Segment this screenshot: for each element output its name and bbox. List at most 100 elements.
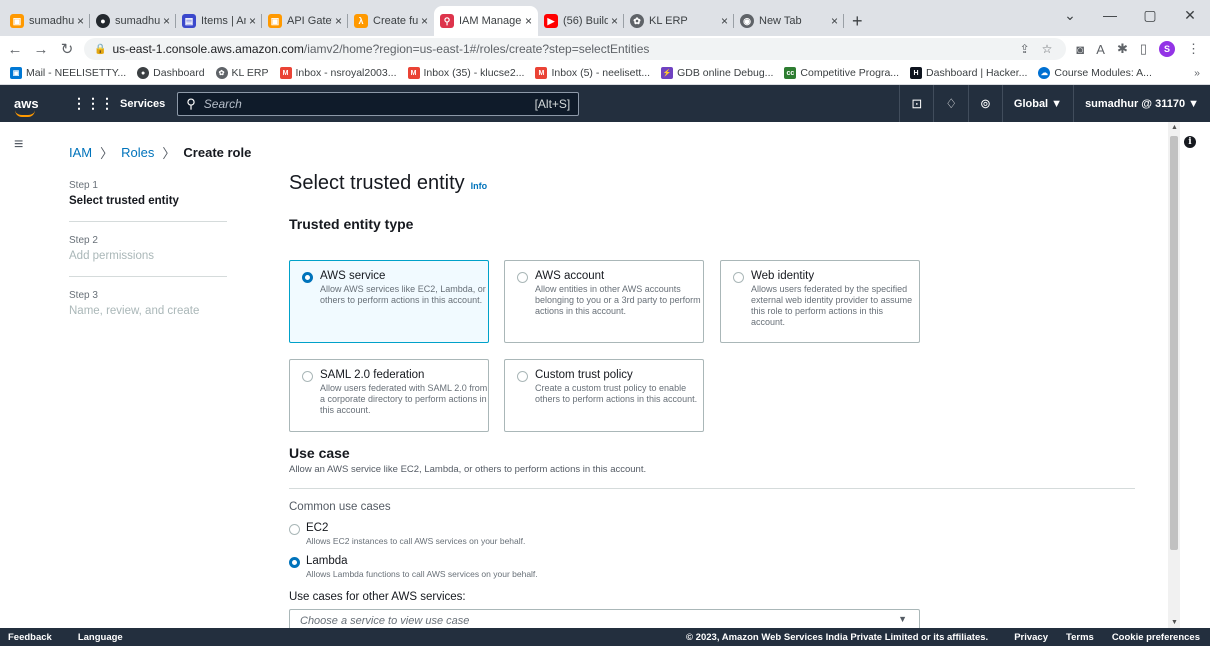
close-tab-icon[interactable]: × bbox=[721, 14, 728, 28]
common-use-cases-label: Common use cases bbox=[289, 501, 391, 513]
scrollbar-thumb[interactable] bbox=[1170, 136, 1178, 550]
lambda-icon: λ bbox=[354, 14, 368, 28]
browser-tab[interactable]: ●sumadhur-31× bbox=[90, 6, 176, 36]
use-case-option-lambda[interactable]: Lambda Allows Lambda functions to call A… bbox=[289, 555, 1135, 579]
browser-tab-active[interactable]: ⚲IAM Managem× bbox=[434, 6, 538, 36]
entity-card-aws-account[interactable]: AWS account Allow entities in other AWS … bbox=[504, 260, 704, 343]
new-tab-icon[interactable]: + bbox=[852, 6, 863, 36]
close-tab-icon[interactable]: × bbox=[335, 14, 342, 28]
page-scrollbar[interactable]: ▲ ▼ bbox=[1168, 122, 1180, 628]
radio-button[interactable] bbox=[302, 371, 313, 382]
share-icon[interactable]: ⇪ bbox=[1020, 42, 1030, 56]
extensions-puzzle-icon[interactable]: ✱ bbox=[1117, 41, 1128, 57]
bookmark-item[interactable]: M Inbox (5) - neelisett... bbox=[535, 67, 650, 79]
iam-icon: ⚲ bbox=[440, 14, 454, 28]
help-icon[interactable]: ⊚ bbox=[967, 85, 1002, 122]
hamburger-menu-icon[interactable]: ≡ bbox=[14, 136, 23, 154]
bookmark-item[interactable]: H Dashboard | Hacker... bbox=[910, 67, 1027, 79]
entity-card-aws-service[interactable]: AWS service Allow AWS services like EC2,… bbox=[289, 260, 489, 343]
bookmark-item[interactable]: cc Competitive Progra... bbox=[784, 67, 899, 79]
close-tab-icon[interactable]: × bbox=[525, 14, 532, 28]
entity-card-custom-trust-policy[interactable]: Custom trust policy Create a custom trus… bbox=[504, 359, 704, 432]
close-tab-icon[interactable]: × bbox=[249, 14, 256, 28]
entity-card-saml-federation[interactable]: SAML 2.0 federation Allow users federate… bbox=[289, 359, 489, 432]
url-input[interactable]: 🔒 us-east-1.console.aws.amazon.com/iamv2… bbox=[84, 38, 1067, 60]
bookmark-item[interactable]: ● Dashboard bbox=[137, 67, 205, 79]
more-bookmarks-icon[interactable]: » bbox=[1194, 67, 1200, 79]
close-tab-icon[interactable]: × bbox=[163, 14, 170, 28]
browser-tab[interactable]: ▣API Gateway -× bbox=[262, 6, 348, 36]
terms-link[interactable]: Terms bbox=[1066, 632, 1094, 643]
close-tab-icon[interactable]: × bbox=[611, 14, 618, 28]
wizard-step-1[interactable]: Step 1 Select trusted entity bbox=[69, 180, 227, 222]
address-bar: ← → ↻ 🔒 us-east-1.console.aws.amazon.com… bbox=[0, 36, 1210, 62]
region-selector[interactable]: Global ▼ bbox=[1001, 85, 1073, 122]
bookmark-item[interactable]: ▣ Mail - NEELISETTY... bbox=[10, 67, 126, 79]
forward-arrow-icon[interactable]: → bbox=[30, 41, 52, 58]
breadcrumb-roles-link[interactable]: Roles bbox=[121, 145, 154, 160]
back-arrow-icon[interactable]: ← bbox=[4, 41, 26, 58]
font-extension-icon[interactable]: A bbox=[1096, 42, 1105, 57]
breadcrumb-iam-link[interactable]: IAM bbox=[69, 145, 92, 160]
use-case-title: Use case bbox=[289, 445, 350, 461]
browser-tab[interactable]: ▶(56) Build a Se× bbox=[538, 6, 624, 36]
bookmark-item[interactable]: ✿ KL ERP bbox=[215, 67, 269, 79]
info-link[interactable]: Info bbox=[471, 181, 488, 191]
bookmark-item[interactable]: ☁ Course Modules: A... bbox=[1038, 67, 1152, 79]
tab-search-icon[interactable]: ⌄ bbox=[1050, 7, 1090, 24]
service-select-dropdown[interactable]: Choose a service to view use case ▼ bbox=[289, 609, 920, 628]
language-link[interactable]: Language bbox=[78, 632, 123, 643]
radio-button[interactable] bbox=[517, 371, 528, 382]
info-panel-icon[interactable]: i bbox=[1184, 136, 1196, 148]
aws-logo[interactable]: aws bbox=[14, 96, 40, 117]
close-tab-icon[interactable]: × bbox=[831, 14, 838, 28]
hackerrank-icon: H bbox=[910, 67, 923, 79]
browser-tab[interactable]: ✿ KL ERP × bbox=[624, 6, 734, 36]
maximize-icon[interactable]: ▢ bbox=[1130, 7, 1170, 24]
radio-button[interactable] bbox=[289, 524, 300, 535]
search-icon: ⚲ bbox=[186, 95, 196, 111]
lock-icon[interactable]: 🔒 bbox=[94, 44, 106, 55]
minimize-icon[interactable]: — bbox=[1090, 7, 1130, 23]
browser-tab[interactable]: ▤Items | Amazo× bbox=[176, 6, 262, 36]
close-tab-icon[interactable]: × bbox=[77, 14, 84, 28]
bookmark-star-icon[interactable]: ☆ bbox=[1042, 42, 1053, 56]
account-menu[interactable]: sumadhur @ 31170 ▼ bbox=[1073, 85, 1210, 122]
api-gateway-icon: ▣ bbox=[268, 14, 282, 28]
chrome-menu-icon[interactable]: ⋮ bbox=[1187, 41, 1200, 57]
entity-card-web-identity[interactable]: Web identity Allows users federated by t… bbox=[720, 260, 920, 343]
scroll-up-arrow-icon[interactable]: ▲ bbox=[1171, 124, 1178, 131]
notifications-bell-icon[interactable]: ♢ bbox=[933, 85, 968, 122]
kl-icon: ✿ bbox=[215, 67, 228, 79]
reload-icon[interactable]: ↻ bbox=[56, 40, 78, 58]
services-menu-button[interactable]: ⋮⋮⋮ Services bbox=[72, 95, 165, 112]
radio-button[interactable] bbox=[289, 557, 300, 568]
bookmark-item[interactable]: M Inbox - nsroyal2003... bbox=[279, 67, 397, 79]
use-case-section: Use case Allow an AWS service like EC2, … bbox=[289, 445, 1135, 628]
browser-tab[interactable]: λCreate functio× bbox=[348, 6, 434, 36]
profile-avatar[interactable]: S bbox=[1159, 41, 1175, 57]
cookie-preferences-link[interactable]: Cookie preferences bbox=[1112, 632, 1200, 643]
outlook-icon: ▣ bbox=[10, 67, 22, 79]
gmail-icon: M bbox=[279, 67, 292, 79]
scroll-down-arrow-icon[interactable]: ▼ bbox=[1171, 619, 1178, 626]
cloud-icon: ☁ bbox=[1038, 67, 1051, 79]
side-panel-icon[interactable]: ▯ bbox=[1140, 41, 1147, 57]
wizard-step-2: Step 2 Add permissions bbox=[69, 235, 227, 277]
feedback-link[interactable]: Feedback bbox=[8, 632, 52, 643]
bookmark-item[interactable]: ⚡ GDB online Debug... bbox=[661, 67, 773, 79]
privacy-link[interactable]: Privacy bbox=[1014, 632, 1048, 643]
main-content: Select trusted entity Info Trusted entit… bbox=[289, 172, 1139, 628]
radio-button[interactable] bbox=[302, 272, 313, 283]
camera-extension-icon[interactable]: ◙ bbox=[1076, 42, 1084, 57]
close-tab-icon[interactable]: × bbox=[421, 14, 428, 28]
cloudshell-icon[interactable]: ⊡ bbox=[899, 85, 933, 122]
browser-tab[interactable]: ▣sumadhur-31× bbox=[4, 6, 90, 36]
use-case-option-ec2[interactable]: EC2 Allows EC2 instances to call AWS ser… bbox=[289, 522, 1135, 546]
bookmark-item[interactable]: M Inbox (35) - klucse2... bbox=[407, 67, 524, 79]
radio-button[interactable] bbox=[517, 272, 528, 283]
radio-button[interactable] bbox=[733, 272, 744, 283]
browser-tab[interactable]: ◉ New Tab × bbox=[734, 6, 844, 36]
aws-search-input[interactable]: ⚲ Search [Alt+S] bbox=[177, 91, 580, 116]
close-window-icon[interactable]: ✕ bbox=[1170, 7, 1210, 24]
